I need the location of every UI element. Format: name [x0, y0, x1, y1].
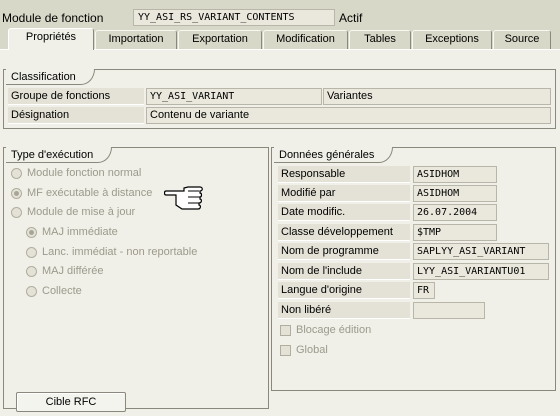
- radio-normal-module-label: Module fonction normal: [27, 167, 142, 179]
- execution-type-title: Type d'exécution: [6, 147, 113, 163]
- modification-date-label: Date modific.: [278, 204, 410, 221]
- include-name-field[interactable]: LYY_ASI_VARIANTU01: [413, 263, 549, 280]
- rfc-target-button[interactable]: Cible RFC: [16, 392, 126, 412]
- radio-immediate-update-label: MAJ immédiate: [42, 226, 118, 238]
- function-module-field[interactable]: YY_ASI_RS_VARIANT_CONTENTS: [133, 9, 335, 26]
- edit-lock-checkbox[interactable]: [280, 325, 291, 336]
- responsible-field[interactable]: ASIDHOM: [413, 166, 497, 183]
- radio-update-module-label: Module de mise à jour: [27, 206, 136, 218]
- tab-tables[interactable]: Tables: [349, 30, 411, 49]
- designation-label: Désignation: [8, 107, 144, 124]
- general-data-title: Données générales: [274, 147, 394, 163]
- pointing-hand-icon: [164, 186, 203, 210]
- dev-class-label: Classe développement: [278, 224, 410, 241]
- modification-date-field[interactable]: 26.07.2004: [413, 204, 497, 221]
- tab-exceptions[interactable]: Exceptions: [412, 30, 492, 49]
- not-released-field[interactable]: [413, 302, 485, 319]
- function-module-label: Module de fonction: [2, 11, 104, 25]
- tab-modification[interactable]: Modification: [263, 30, 348, 49]
- program-name-label: Nom de programme: [278, 243, 410, 260]
- radio-update-module[interactable]: [11, 207, 22, 218]
- radio-remote-enabled[interactable]: [11, 188, 22, 199]
- original-language-field[interactable]: FR: [413, 282, 435, 299]
- radio-remote-enabled-label: MF exécutable à distance: [27, 187, 153, 199]
- dev-class-field[interactable]: $TMP: [413, 224, 497, 241]
- function-group-field[interactable]: YY_ASI_VARIANT: [146, 88, 322, 105]
- modified-by-label: Modifié par: [278, 185, 410, 202]
- radio-collective-run-label: Collecte: [42, 285, 82, 297]
- not-released-label: Non libéré: [278, 302, 410, 319]
- radio-normal-module[interactable]: [11, 168, 22, 179]
- original-language-label: Langue d'origine: [278, 282, 410, 299]
- global-checkbox[interactable]: [280, 345, 291, 356]
- tab-proprietes[interactable]: Propriétés: [8, 28, 94, 50]
- program-name-field[interactable]: SAPLYY_ASI_VARIANT: [413, 243, 549, 260]
- tab-importation[interactable]: Importation: [95, 30, 177, 49]
- radio-delayed-update-label: MAJ différée: [42, 265, 104, 277]
- modified-by-field[interactable]: ASIDHOM: [413, 185, 497, 202]
- radio-immediate-no-restart-label: Lanc. immédiat - non reportable: [42, 246, 198, 258]
- radio-immediate-update[interactable]: [26, 227, 37, 238]
- radio-collective-run[interactable]: [26, 286, 37, 297]
- tab-panel: Classification Groupe de fonctions YY_AS…: [0, 50, 560, 416]
- include-name-label: Nom de l'include: [278, 263, 410, 280]
- function-group-label: Groupe de fonctions: [8, 88, 144, 105]
- edit-lock-label: Blocage édition: [296, 324, 372, 336]
- function-group-description: Variantes: [323, 88, 551, 105]
- responsible-label: Responsable: [278, 166, 410, 183]
- tab-exportation[interactable]: Exportation: [178, 30, 262, 49]
- global-label: Global: [296, 344, 328, 356]
- radio-immediate-no-restart[interactable]: [26, 247, 37, 258]
- tab-source[interactable]: Source: [493, 30, 551, 49]
- designation-field[interactable]: Contenu de variante: [146, 107, 551, 124]
- classification-title: Classification: [6, 69, 95, 85]
- radio-delayed-update[interactable]: [26, 266, 37, 277]
- status-label: Actif: [339, 11, 363, 25]
